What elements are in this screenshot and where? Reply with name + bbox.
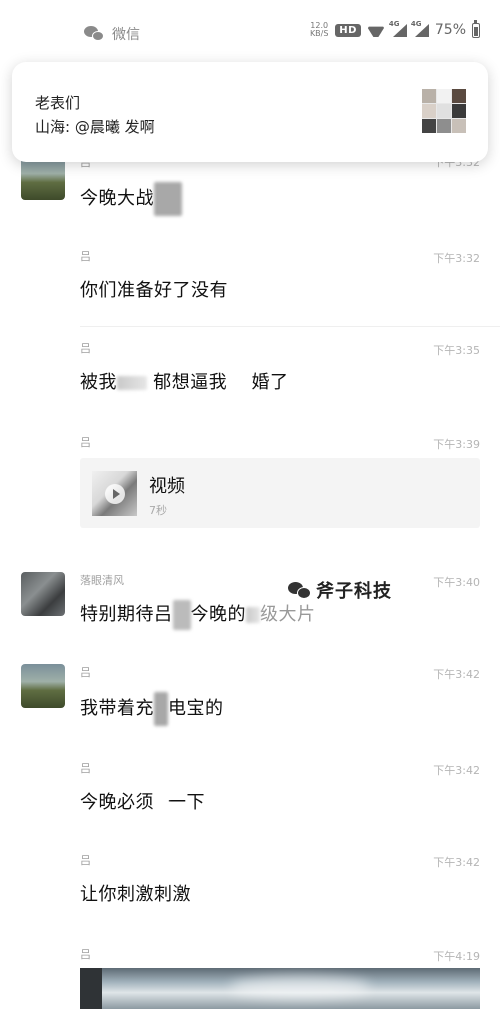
status-app-name: 微信 xyxy=(112,27,140,43)
message-text[interactable]: 我带着充 电宝的 xyxy=(80,692,224,726)
message-time: 下午3:42 xyxy=(433,764,480,777)
message-sender: 吕 xyxy=(80,762,91,775)
message-text[interactable]: 今晚大战 xyxy=(80,182,182,216)
censor-blur xyxy=(117,376,147,390)
divider xyxy=(80,326,500,327)
notification-banner[interactable]: 老表们 山海: @晨曦 发啊 xyxy=(12,62,488,162)
wechat-icon xyxy=(84,26,104,42)
video-message-card[interactable]: 视频 7秒 xyxy=(80,458,480,528)
status-bar-app: 微信 xyxy=(84,24,140,44)
chat-message-list[interactable]: 吕 下午3:32 今晚大战 吕 下午3:32 你们准备好了没有 吕 下午3:35… xyxy=(0,140,500,1009)
battery-percent: 75% xyxy=(434,22,466,38)
message-text-part: 特别期待吕 xyxy=(80,604,173,625)
message-text[interactable]: 被我 郁想逼我 婚了 xyxy=(80,368,288,394)
watermark-text: 斧子科技 xyxy=(316,581,392,602)
battery-icon xyxy=(472,19,480,38)
video-duration: 7秒 xyxy=(149,504,167,517)
watermark: 斧子科技 xyxy=(288,577,392,603)
network-speed-unit: KB/S xyxy=(309,29,329,38)
censor-blur xyxy=(154,182,182,216)
censor-blur xyxy=(172,600,191,630)
play-icon xyxy=(105,484,125,504)
avatar[interactable] xyxy=(21,572,65,616)
censor-blur xyxy=(154,692,168,726)
message-text-part: 今晚的 xyxy=(190,604,246,625)
group-avatar xyxy=(422,89,466,133)
message-sender: 吕 xyxy=(80,948,91,961)
message-sender: 吕 xyxy=(80,666,91,679)
avatar[interactable] xyxy=(21,156,65,200)
message-text-part: 郁想逼我 xyxy=(153,372,228,393)
message-text-part: 婚了 xyxy=(251,372,289,393)
message-time: 下午3:39 xyxy=(433,438,480,451)
message-text[interactable]: 你们准备好了没有 xyxy=(80,276,228,302)
message-sender: 落眼清风 xyxy=(80,574,124,587)
message-time: 下午3:35 xyxy=(433,344,480,357)
message-text-part: 今晚必须 xyxy=(80,792,154,813)
notification-message: 山海: @晨曦 发啊 xyxy=(35,118,155,136)
status-bar-indicators: 12.0 KB/S HD 4G 4G 75% xyxy=(309,19,480,38)
message-text-part: 电宝的 xyxy=(168,698,224,719)
censor-blur xyxy=(246,607,260,623)
message-time: 下午3:40 xyxy=(433,576,480,589)
image-message[interactable] xyxy=(80,968,480,1009)
message-text-part: 一下 xyxy=(168,792,205,813)
message-text[interactable]: 让你刺激刺激 xyxy=(80,880,191,906)
network-speed: 12.0 KB/S xyxy=(309,22,329,38)
message-text-part: 级大片 xyxy=(260,604,316,625)
message-sender: 吕 xyxy=(80,250,91,263)
wechat-icon xyxy=(288,582,311,599)
message-text-part: 今晚大战 xyxy=(80,188,154,209)
hd-badge: HD xyxy=(335,23,361,37)
message-time: 下午3:42 xyxy=(433,856,480,869)
message-sender: 吕 xyxy=(80,436,91,449)
signal-icon: 4G xyxy=(411,20,429,37)
message-text-part: 我带着充 xyxy=(80,698,154,719)
video-thumbnail xyxy=(92,471,137,516)
video-label: 视频 xyxy=(149,476,185,497)
censor-blur xyxy=(154,796,168,810)
message-text[interactable]: 今晚必须 一下 xyxy=(80,788,205,814)
signal-icon: 4G xyxy=(389,20,407,37)
status-bar: 微信 12.0 KB/S HD 4G 4G 75% xyxy=(0,0,500,62)
message-sender: 吕 xyxy=(80,854,91,867)
avatar[interactable] xyxy=(21,664,65,708)
message-sender: 吕 xyxy=(80,342,91,355)
wifi-icon xyxy=(367,23,385,37)
notification-title: 老表们 xyxy=(35,94,81,112)
message-time: 下午4:19 xyxy=(433,950,480,963)
message-text[interactable]: 特别期待吕 今晚的 级大片 xyxy=(80,600,316,630)
message-time: 下午3:32 xyxy=(433,252,480,265)
censor-blur xyxy=(227,376,246,390)
message-time: 下午3:42 xyxy=(433,668,480,681)
message-text-part: 被我 xyxy=(80,372,117,393)
